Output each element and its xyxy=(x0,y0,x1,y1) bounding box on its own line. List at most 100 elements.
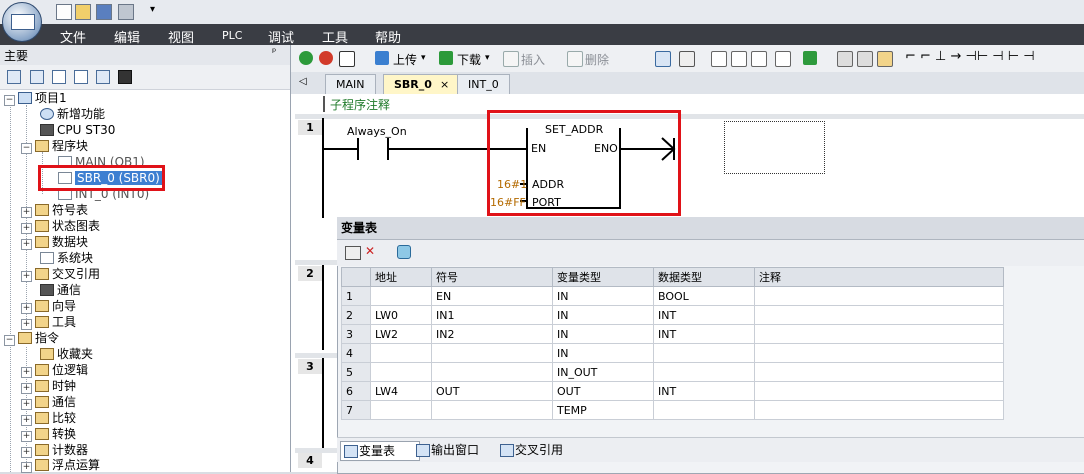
download-button[interactable]: 下载 xyxy=(457,51,481,68)
subroutine-comment[interactable]: 子程序注释 xyxy=(330,96,390,113)
collapse-icon[interactable]: − xyxy=(21,143,32,154)
delete-row-icon[interactable]: ✕ xyxy=(365,244,375,258)
expand-icon[interactable]: + xyxy=(21,223,32,234)
upload-dropdown-icon[interactable]: ▾ xyxy=(421,53,426,63)
tab-int0[interactable]: INT_0 xyxy=(457,74,510,94)
table-row[interactable]: 5 IN_OUT xyxy=(341,362,1004,382)
bottom-tab-variable-table[interactable]: 变量表 xyxy=(340,441,420,461)
tree-instructions[interactable]: − 指令 xyxy=(4,330,59,346)
tree-tools[interactable]: + 工具 xyxy=(21,314,76,330)
cursor-cell[interactable] xyxy=(724,121,825,174)
window-icon[interactable] xyxy=(96,70,110,84)
pin-icon[interactable]: ᵖ xyxy=(272,47,276,58)
coil-icon[interactable] xyxy=(731,51,747,67)
contact-icon[interactable] xyxy=(711,51,727,67)
expand-icon[interactable]: + xyxy=(21,399,32,410)
delete-icon[interactable] xyxy=(567,51,583,67)
upload-button[interactable]: 上传 xyxy=(393,51,417,68)
rung-number[interactable]: 2 xyxy=(298,266,322,281)
monitor-icon[interactable] xyxy=(118,70,132,84)
box-icon[interactable] xyxy=(751,51,767,67)
refresh-icon[interactable] xyxy=(397,245,411,259)
insert-button[interactable]: 插入 xyxy=(521,51,545,68)
tree-clock[interactable]: + 时钟 xyxy=(21,378,76,394)
tree-cpu[interactable]: CPU ST30 xyxy=(40,122,115,138)
menu-edit[interactable]: 编辑 xyxy=(114,27,140,46)
compile-icon[interactable] xyxy=(339,51,355,67)
delete-button[interactable]: 删除 xyxy=(585,51,609,68)
bottom-tab-cross-ref[interactable]: 交叉引用 xyxy=(497,441,591,459)
menu-plc[interactable]: PLC xyxy=(222,29,242,42)
tag-icon[interactable] xyxy=(877,51,893,67)
tree-status-chart[interactable]: + 状态图表 xyxy=(21,218,100,234)
expand-icon[interactable]: + xyxy=(21,367,32,378)
tree-project[interactable]: − 项目1 xyxy=(4,90,67,106)
close-tab-icon[interactable]: × xyxy=(440,78,449,91)
tree-cross-ref[interactable]: + 交叉引用 xyxy=(21,266,100,282)
rung-number[interactable]: 3 xyxy=(298,359,322,374)
insert-icon[interactable] xyxy=(503,51,519,67)
tree-symbol-table[interactable]: + 符号表 xyxy=(21,202,88,218)
print-icon[interactable] xyxy=(118,4,134,20)
rung-number[interactable]: 1 xyxy=(298,120,322,135)
tree-program-block[interactable]: − 程序块 xyxy=(21,138,88,154)
table-row[interactable]: 3 LW2 IN2 IN INT xyxy=(341,324,1004,344)
table-row[interactable]: 1 EN IN BOOL xyxy=(341,286,1004,306)
table-row[interactable]: 7 TEMP xyxy=(341,400,1004,420)
tree-compare[interactable]: + 比较 xyxy=(21,410,76,426)
new-file-icon[interactable] xyxy=(56,4,72,20)
tree-float-math[interactable]: + 浮点运算 xyxy=(21,457,100,473)
tree-data-block[interactable]: + 数据块 xyxy=(21,234,88,250)
timer-icon[interactable] xyxy=(775,51,791,67)
bookmark-icon[interactable] xyxy=(857,51,873,67)
doc-icon[interactable] xyxy=(74,70,88,84)
table-row[interactable]: 6 LW4 OUT OUT INT xyxy=(341,381,1004,401)
col-comment[interactable]: 注释 xyxy=(754,267,1004,287)
tree-convert[interactable]: + 转换 xyxy=(21,426,76,442)
monitor-icon[interactable] xyxy=(679,51,695,67)
upload-icon[interactable] xyxy=(375,51,389,65)
menu-help[interactable]: 帮助 xyxy=(375,27,401,46)
menu-debug[interactable]: 调试 xyxy=(268,27,294,46)
tab-scroll-left-icon[interactable]: ◁ xyxy=(299,76,307,87)
insert-row-icon[interactable] xyxy=(345,246,361,260)
network-icon[interactable] xyxy=(655,51,671,67)
save-icon[interactable] xyxy=(96,4,112,20)
tree-favorites[interactable]: 收藏夹 xyxy=(40,346,93,362)
rung-number[interactable]: 4 xyxy=(298,453,322,468)
app-menu-button[interactable] xyxy=(2,2,42,42)
col-data-type[interactable]: 数据类型 xyxy=(653,267,755,287)
page-icon[interactable] xyxy=(52,70,66,84)
expand-icon[interactable]: + xyxy=(21,303,32,314)
download-icon[interactable] xyxy=(439,51,453,65)
qat-dropdown-icon[interactable]: ▾ xyxy=(150,4,155,15)
expand-icon[interactable]: + xyxy=(21,319,32,330)
menu-tools[interactable]: 工具 xyxy=(322,27,348,46)
tree-comm[interactable]: 通信 xyxy=(40,282,81,298)
download-dropdown-icon[interactable]: ▾ xyxy=(485,53,490,63)
table-icon[interactable] xyxy=(30,70,44,84)
tab-main[interactable]: MAIN xyxy=(325,74,376,94)
expand-icon[interactable]: + xyxy=(21,239,32,250)
bottom-tab-output[interactable]: 输出窗口 xyxy=(413,441,507,459)
collapse-icon[interactable]: − xyxy=(4,95,15,106)
stop-icon[interactable] xyxy=(319,51,333,65)
table-row[interactable]: 2 LW0 IN1 IN INT xyxy=(341,305,1004,325)
tree-new-features[interactable]: 新增功能 xyxy=(40,106,105,122)
tree-system-block[interactable]: 系统块 xyxy=(40,250,93,266)
run-icon[interactable] xyxy=(299,51,313,65)
col-address[interactable]: 地址 xyxy=(370,267,432,287)
table-row[interactable]: 4 IN xyxy=(341,343,1004,363)
menu-file[interactable]: 文件 xyxy=(60,27,86,46)
col-symbol[interactable]: 符号 xyxy=(431,267,553,287)
expand-icon[interactable]: + xyxy=(21,383,32,394)
tab-sbr0[interactable]: SBR_0 × xyxy=(383,74,461,94)
view-icon[interactable] xyxy=(7,70,21,84)
go-icon[interactable] xyxy=(803,51,817,65)
expand-icon[interactable]: + xyxy=(21,431,32,442)
tree-wizard[interactable]: + 向导 xyxy=(21,298,76,314)
tree-bit-logic[interactable]: + 位逻辑 xyxy=(21,362,88,378)
tree-communication[interactable]: + 通信 xyxy=(21,394,76,410)
tree-counter[interactable]: + 计数器 xyxy=(21,442,88,458)
expand-icon[interactable]: + xyxy=(21,207,32,218)
